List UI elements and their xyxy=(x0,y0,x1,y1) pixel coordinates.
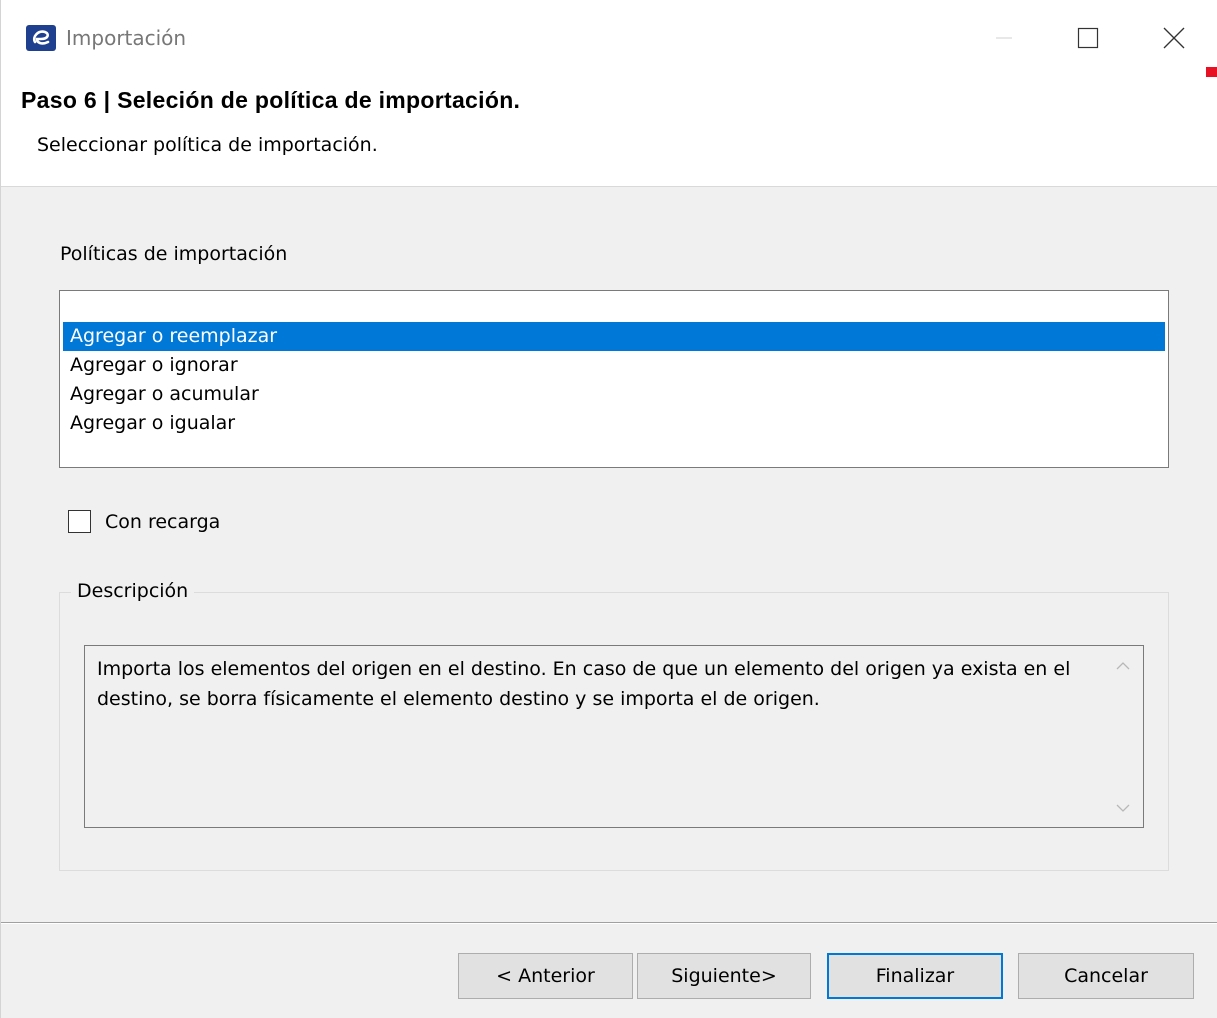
footer-separator xyxy=(1,922,1217,924)
previous-button[interactable]: < Anterior xyxy=(458,953,633,999)
scroll-up-button[interactable] xyxy=(1111,654,1135,678)
reload-checkbox[interactable] xyxy=(68,510,91,533)
list-item-agregar-o-reemplazar[interactable]: Agregar o reemplazar xyxy=(63,322,1165,351)
maximize-button[interactable] xyxy=(1053,14,1123,62)
description-text: Importa los elementos del origen en el d… xyxy=(97,658,1071,710)
chevron-down-icon xyxy=(1116,804,1130,812)
list-item-agregar-o-acumular[interactable]: Agregar o acumular xyxy=(63,380,1165,409)
app-logo-icon xyxy=(26,25,56,51)
maximize-icon xyxy=(1077,27,1099,49)
title-bar: Importación xyxy=(1,0,1217,78)
description-textbox[interactable]: Importa los elementos del origen en el d… xyxy=(84,645,1144,828)
finish-button[interactable]: Finalizar xyxy=(827,953,1003,999)
scroll-down-button[interactable] xyxy=(1111,796,1135,820)
window-title: Importación xyxy=(66,26,187,50)
close-button[interactable] xyxy=(1139,14,1209,62)
policies-label: Políticas de importación xyxy=(60,243,288,265)
list-item-agregar-o-ignorar[interactable]: Agregar o ignorar xyxy=(63,351,1165,380)
minimize-button[interactable] xyxy=(969,14,1039,62)
close-icon xyxy=(1163,27,1185,49)
reload-checkbox-row[interactable]: Con recarga xyxy=(68,510,220,533)
import-wizard-window: Importación Paso 6 | Seleción de polític… xyxy=(0,0,1217,1018)
cancel-button[interactable]: Cancelar xyxy=(1018,953,1194,999)
wizard-header: Paso 6 | Seleción de política de importa… xyxy=(1,78,1217,187)
list-item-agregar-o-igualar[interactable]: Agregar o igualar xyxy=(63,409,1165,438)
step-title: Paso 6 | Seleción de política de importa… xyxy=(21,87,521,113)
next-button[interactable]: Siguiente> xyxy=(637,953,811,999)
minimize-icon xyxy=(996,37,1012,39)
chevron-up-icon xyxy=(1116,662,1130,670)
step-subtitle: Seleccionar política de importación. xyxy=(37,134,378,156)
description-group-title: Descripción xyxy=(71,580,195,602)
reload-checkbox-label[interactable]: Con recarga xyxy=(105,511,220,533)
policies-listbox[interactable]: Agregar o reemplazar Agregar o ignorar A… xyxy=(59,290,1169,468)
red-marker xyxy=(1206,67,1217,77)
